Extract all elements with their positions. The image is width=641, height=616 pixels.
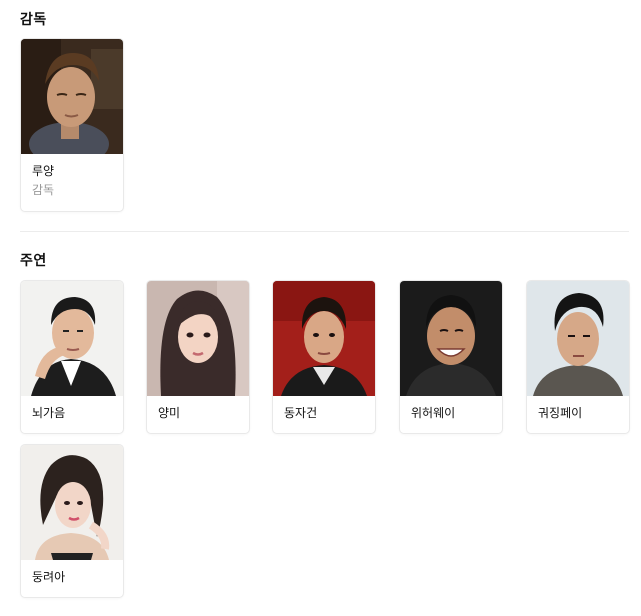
person-name: 궈징페이 — [538, 406, 583, 420]
person-card-cast-3[interactable]: 위허웨이 — [399, 280, 503, 434]
person-photo — [21, 39, 123, 154]
person-name: 양미 — [158, 406, 181, 420]
person-photo — [527, 281, 629, 396]
person-photo — [147, 281, 249, 396]
section-title-director: 감독 — [20, 12, 47, 28]
person-name: 동자건 — [284, 406, 318, 420]
person-photo — [21, 445, 123, 560]
person-card-cast-1[interactable]: 양미 — [146, 280, 250, 434]
person-card-director-0[interactable]: 루양 감독 — [20, 38, 124, 212]
person-name: 루양 — [32, 164, 55, 178]
person-card-cast-2[interactable]: 동자건 — [272, 280, 376, 434]
section-divider — [20, 231, 629, 232]
person-name: 뇌가음 — [32, 406, 66, 420]
person-name: 위허웨이 — [411, 406, 456, 420]
person-photo — [400, 281, 502, 396]
person-photo — [21, 281, 123, 396]
credits-panel: 감독 루양 감독 주연 뇌가음 양미 동자건 위허웨이 궈징페이 둥려아 — [0, 0, 641, 616]
person-card-cast-5[interactable]: 둥려아 — [20, 444, 124, 598]
person-card-cast-4[interactable]: 궈징페이 — [526, 280, 630, 434]
person-name: 둥려아 — [32, 570, 66, 584]
person-photo — [273, 281, 375, 396]
person-role: 감독 — [32, 183, 55, 197]
section-title-cast: 주연 — [20, 253, 47, 269]
person-card-cast-0[interactable]: 뇌가음 — [20, 280, 124, 434]
